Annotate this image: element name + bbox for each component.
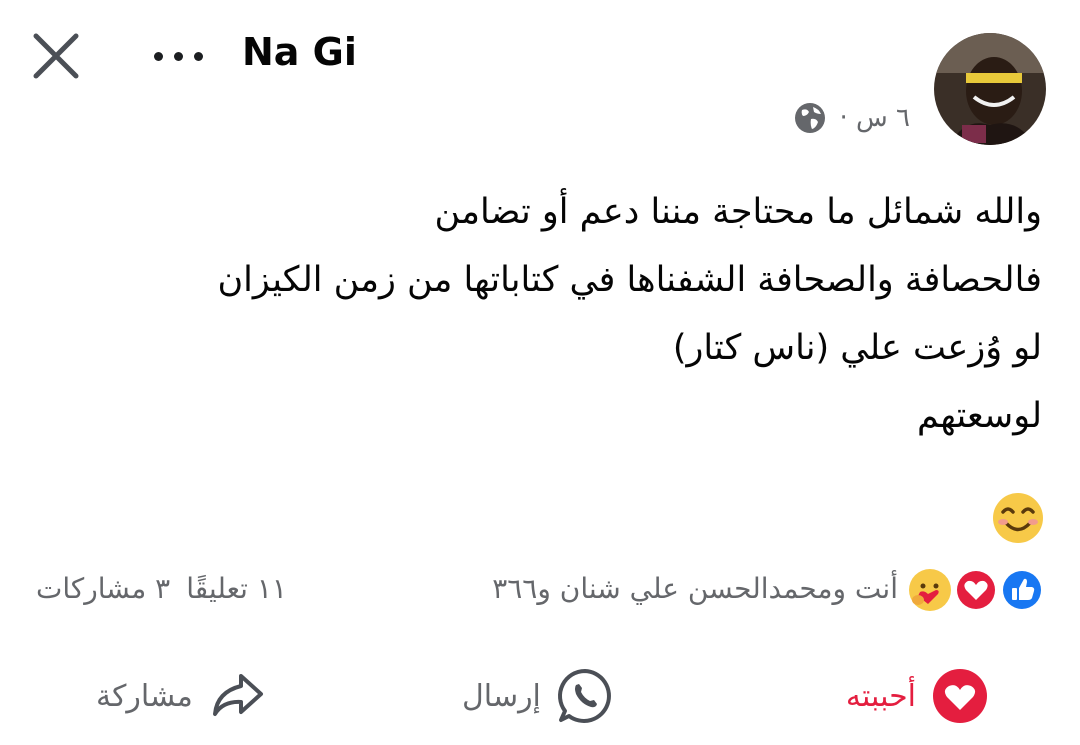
author-name[interactable]: Na Gi (242, 30, 357, 74)
share-label: مشاركة (96, 678, 193, 714)
post-line: فالحصافة والصحافة الشفناها في كتاباتها م… (217, 260, 1042, 300)
share-button[interactable]: مشاركة (96, 660, 267, 732)
comments-count[interactable]: ١١ تعليقًا (186, 572, 287, 605)
reactions-summary[interactable]: أنت ومحمدالحسن علي شنان و٣٦٦ (492, 572, 898, 605)
post-meta: ٦ س · (793, 96, 910, 140)
share-arrow-icon (212, 674, 263, 716)
avatar[interactable] (934, 33, 1046, 145)
globe-icon (795, 103, 826, 133)
love-reaction-label: أحببته (845, 678, 916, 714)
send-button[interactable]: إرسال (462, 660, 615, 732)
post-text: والله شمائل ما محتاجة مننا دعم أو تضامن … (82, 178, 1042, 450)
engagement-counts: ١١ تعليقًا ٣ مشاركات (36, 572, 287, 605)
love-reaction-button[interactable]: أحببته (846, 660, 990, 732)
love-reaction-icon (955, 569, 997, 611)
more-options-button[interactable] (150, 38, 210, 74)
profile-photo (934, 33, 1046, 145)
smiling-face-icon (993, 493, 1043, 543)
timestamp[interactable]: ٦ س · (839, 103, 910, 133)
more-options-icon (154, 52, 163, 61)
reaction-icons[interactable] (906, 566, 1048, 614)
like-reaction-icon (1001, 569, 1043, 611)
post-line: لو وُزعت علي (ناس كتار) (672, 328, 1042, 368)
post-line: والله شمائل ما محتاجة مننا دعم أو تضامن (434, 192, 1042, 232)
heart-icon (933, 669, 987, 723)
close-button[interactable] (28, 28, 84, 84)
post-line: لوسعتهم (917, 396, 1042, 436)
close-icon (33, 33, 79, 79)
send-label: إرسال (462, 678, 541, 714)
shares-count[interactable]: ٣ مشاركات (36, 572, 170, 605)
whatsapp-icon (557, 669, 611, 723)
care-reaction-icon (909, 569, 951, 611)
